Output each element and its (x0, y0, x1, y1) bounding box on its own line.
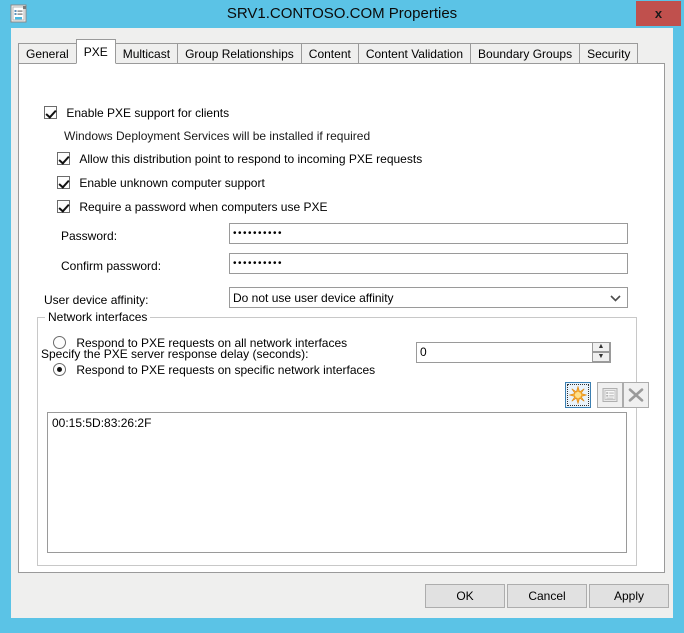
tab-content-validation[interactable]: Content Validation (357, 43, 472, 64)
tab-security[interactable]: Security (579, 43, 639, 64)
pxe-tab-panel: Enable PXE support for clients Windows D… (18, 63, 665, 573)
tab-strip: General PXE Multicast Group Relationship… (18, 39, 639, 64)
respond-specific-label: Respond to PXE requests on specific netw… (76, 363, 376, 377)
tab-content[interactable]: Content (300, 43, 359, 64)
ok-button[interactable]: OK (425, 584, 505, 608)
tab-boundary-groups[interactable]: Boundary Groups (470, 43, 581, 64)
confirm-password-label: Confirm password: (61, 259, 162, 273)
radio-glyph (53, 363, 66, 376)
list-item[interactable]: 00:15:5D:83:26:2F (48, 413, 626, 431)
allow-respond-label: Allow this distribution point to respond… (79, 152, 423, 166)
chevron-down-icon (610, 288, 621, 307)
apply-button[interactable]: Apply (589, 584, 669, 608)
user-device-affinity-select[interactable]: Do not use user device affinity (229, 287, 628, 308)
network-interfaces-list[interactable]: 00:15:5D:83:26:2F (47, 412, 627, 553)
tab-multicast[interactable]: Multicast (114, 43, 179, 64)
checkbox-glyph (57, 152, 70, 165)
dialog-body: General PXE Multicast Group Relationship… (11, 28, 673, 618)
user-device-affinity-label: User device affinity: (44, 293, 149, 307)
wds-install-note: Windows Deployment Services will be inst… (64, 129, 371, 143)
tab-pxe[interactable]: PXE (75, 39, 116, 64)
title-bar: SRV1.CONTOSO.COM Properties x (0, 0, 684, 28)
enable-pxe-checkbox[interactable]: Enable PXE support for clients (44, 106, 229, 120)
allow-respond-checkbox[interactable]: Allow this distribution point to respond… (57, 152, 422, 166)
cancel-button[interactable]: Cancel (507, 584, 587, 608)
response-delay-stepper[interactable]: ▲ ▼ (592, 342, 611, 363)
password-label: Password: (61, 229, 118, 243)
enable-pxe-label: Enable PXE support for clients (66, 106, 230, 120)
properties-edit-icon (598, 386, 622, 404)
unknown-computer-checkbox[interactable]: Enable unknown computer support (57, 176, 265, 190)
spinner-down-icon[interactable]: ▼ (592, 352, 610, 362)
response-delay-input[interactable]: 0 (416, 342, 611, 363)
user-device-affinity-value: Do not use user device affinity (233, 291, 394, 305)
tab-group-relationships[interactable]: Group Relationships (177, 43, 302, 64)
response-delay-label: Specify the PXE server response delay (s… (41, 347, 309, 361)
password-field[interactable]: •••••••••• (229, 223, 628, 244)
require-password-checkbox[interactable]: Require a password when computers use PX… (57, 200, 327, 214)
window-title: SRV1.CONTOSO.COM Properties (226, 5, 458, 22)
spinner-up-icon[interactable]: ▲ (592, 342, 610, 352)
delete-interface-button[interactable] (623, 382, 649, 408)
edit-interface-button (597, 382, 623, 408)
dialog-window: SRV1.CONTOSO.COM Properties x General PX… (0, 0, 684, 633)
checkbox-glyph (57, 200, 70, 213)
respond-specific-radio[interactable]: Respond to PXE requests on specific netw… (53, 363, 375, 377)
delete-x-icon (624, 386, 648, 404)
focus-rectangle (567, 384, 589, 406)
require-password-label: Require a password when computers use PX… (79, 200, 328, 214)
network-interfaces-group-label: Network interfaces (45, 310, 151, 324)
tab-general[interactable]: General (18, 43, 77, 64)
unknown-computer-label: Enable unknown computer support (79, 176, 265, 190)
checkbox-glyph (57, 176, 70, 189)
add-interface-button[interactable] (565, 382, 591, 408)
close-icon[interactable]: x (636, 1, 681, 26)
confirm-password-field[interactable]: •••••••••• (229, 253, 628, 274)
checkbox-glyph (44, 106, 57, 119)
